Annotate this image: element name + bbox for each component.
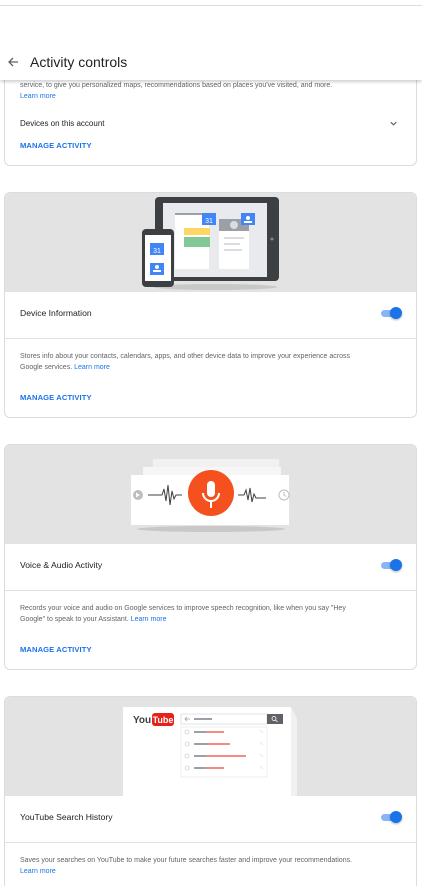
divider <box>5 590 416 591</box>
back-arrow-icon[interactable] <box>6 55 20 69</box>
toggle-thumb <box>390 559 402 571</box>
svg-text:31: 31 <box>153 248 161 255</box>
toggle-thumb <box>390 811 402 823</box>
device-illustration: 31 31 <box>5 193 416 292</box>
devices-row[interactable]: Devices on this account <box>5 116 416 130</box>
device-information-card: 31 31 Device Information Stores info abo… <box>4 192 417 418</box>
youtube-learn-more-link[interactable]: Learn more <box>20 868 56 875</box>
voice-illustration <box>5 445 416 544</box>
device-info-row: Device Information <box>5 305 416 321</box>
calendar-day-text: 31 <box>205 218 213 225</box>
location-description: service, to give you personalized maps, … <box>20 82 333 100</box>
youtube-logo-tube: Tube <box>153 715 174 725</box>
device-learn-more-link[interactable]: Learn more <box>74 364 110 371</box>
voice-toggle[interactable] <box>380 559 402 571</box>
youtube-logo-you: You <box>133 715 151 726</box>
youtube-toggle[interactable] <box>380 811 402 823</box>
manage-activity-voice[interactable]: MANAGE ACTIVITY <box>20 645 92 654</box>
manage-activity-device[interactable]: MANAGE ACTIVITY <box>20 393 92 402</box>
voice-audio-card: Voice & Audio Activity Records your voic… <box>4 444 417 670</box>
youtube-illustration: You Tube <box>5 697 416 796</box>
youtube-description: Saves your searches on YouTube to make y… <box>20 857 353 875</box>
device-info-toggle[interactable] <box>380 307 402 319</box>
manage-activity-location[interactable]: MANAGE ACTIVITY <box>20 141 92 150</box>
location-learn-more-link[interactable]: Learn more <box>20 93 56 100</box>
device-info-title: Device Information <box>20 308 92 318</box>
app-bar: Activity controls <box>0 44 422 80</box>
voice-learn-more-link[interactable]: Learn more <box>131 616 167 623</box>
voice-row: Voice & Audio Activity <box>5 557 416 573</box>
page-title: Activity controls <box>30 54 128 70</box>
top-divider <box>0 0 422 6</box>
device-info-description: Stores info about your contacts, calenda… <box>20 353 350 371</box>
youtube-title: YouTube Search History <box>20 812 113 822</box>
voice-description: Records your voice and audio on Google s… <box>20 605 346 623</box>
divider <box>5 338 416 339</box>
youtube-search-card: You Tube YouTube Search History Saves yo… <box>4 696 417 886</box>
chevron-down-icon[interactable] <box>389 119 398 128</box>
voice-title: Voice & Audio Activity <box>20 560 103 570</box>
devices-label: Devices on this account <box>20 118 105 128</box>
youtube-row: YouTube Search History <box>5 809 416 825</box>
divider <box>5 842 416 843</box>
toggle-thumb <box>390 307 402 319</box>
